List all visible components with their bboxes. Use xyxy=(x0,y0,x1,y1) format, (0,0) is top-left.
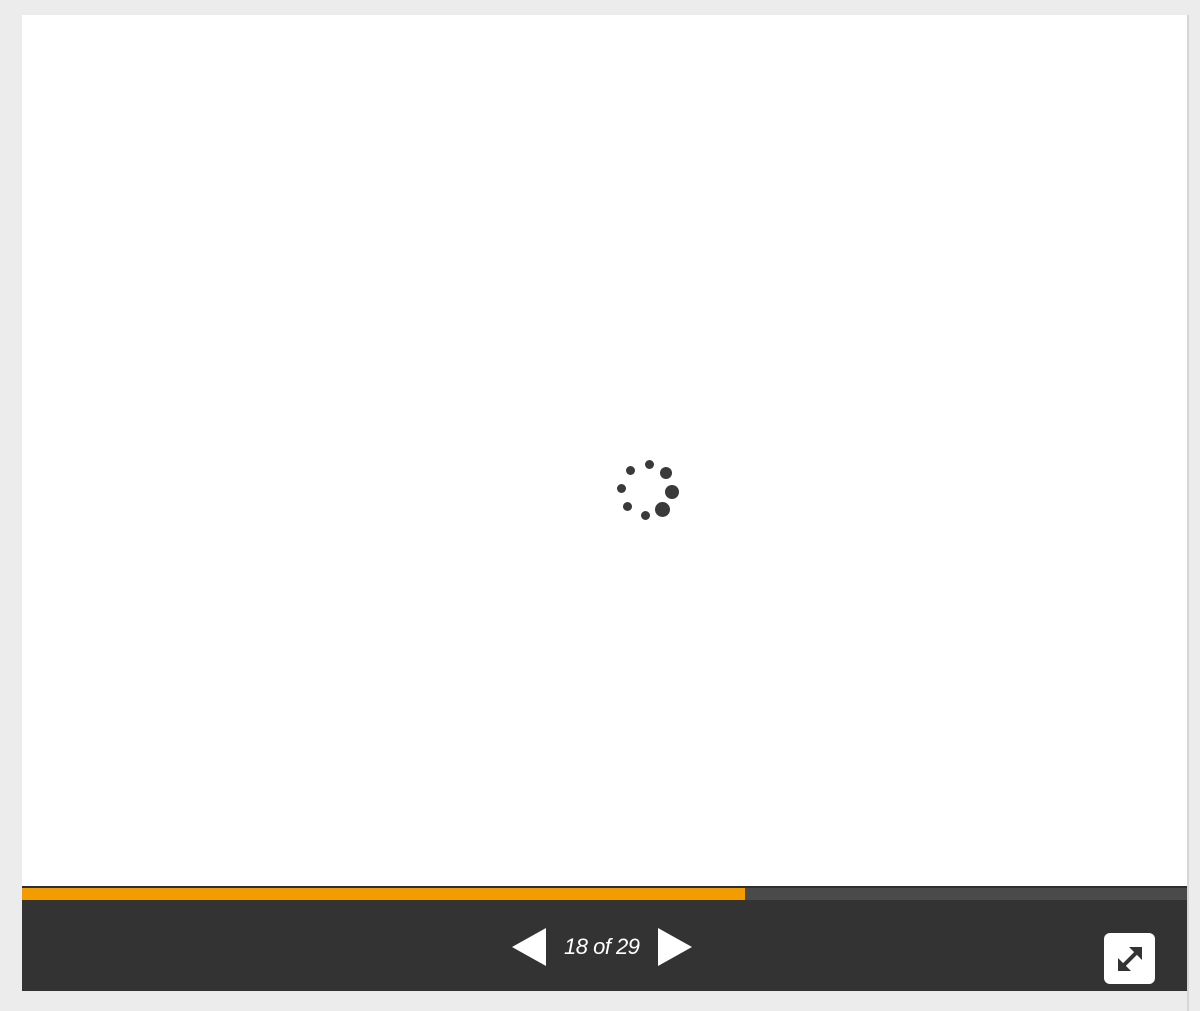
spinner-dot xyxy=(626,466,635,475)
slide-counter: 18 of 29 xyxy=(564,934,640,959)
spinner-dot xyxy=(623,502,632,511)
slide-navigation: 18 of 29 xyxy=(512,927,692,967)
slideshow-control-bar: 18 of 29 xyxy=(22,900,1187,991)
slide-progress-fill xyxy=(22,888,746,900)
spinner-dot xyxy=(660,467,672,479)
spinner-dot xyxy=(665,485,679,499)
loading-spinner-icon xyxy=(613,457,683,523)
slide-progress-bar xyxy=(22,886,1187,900)
slideshow-viewer: 18 of 29 xyxy=(22,15,1187,991)
spinner-dot xyxy=(617,484,626,493)
slide-content-area xyxy=(22,15,1187,886)
spinner-dot xyxy=(645,460,654,469)
fullscreen-button[interactable] xyxy=(1104,933,1155,984)
next-slide-button[interactable] xyxy=(657,928,692,966)
page-edge xyxy=(1187,15,1189,1011)
previous-slide-button[interactable] xyxy=(512,928,546,966)
expand-arrows-icon xyxy=(1117,946,1142,971)
spinner-dot xyxy=(641,511,650,520)
spinner-dot xyxy=(655,502,670,517)
